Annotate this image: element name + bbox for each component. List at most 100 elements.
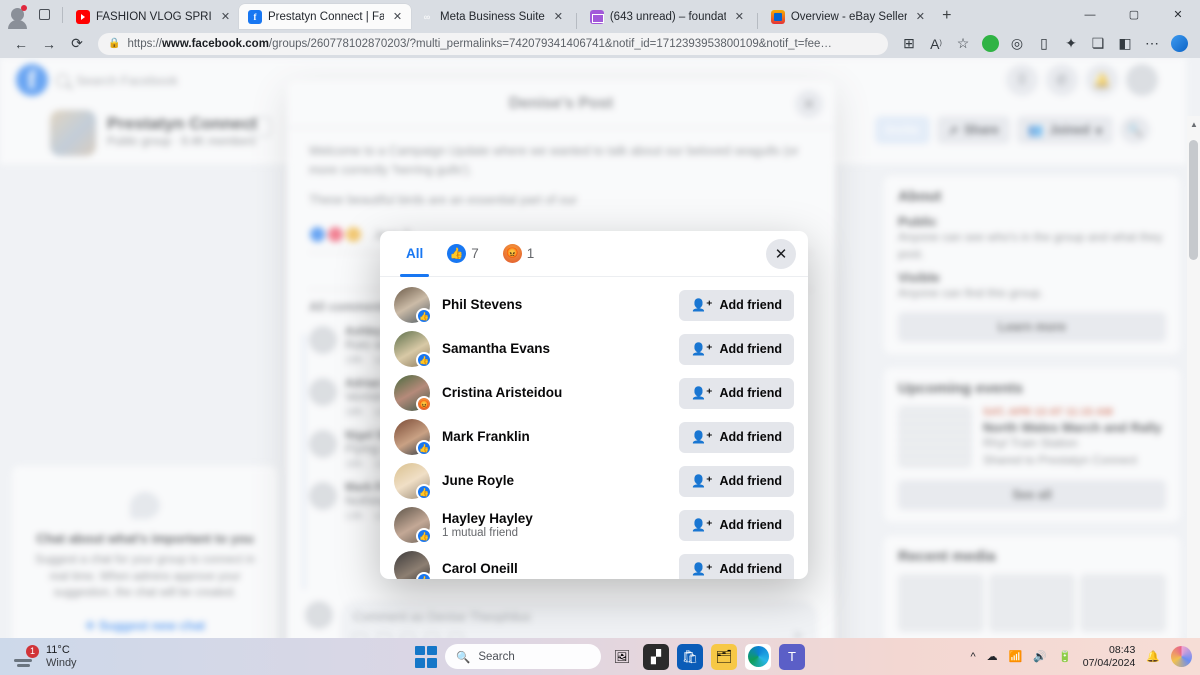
avatar[interactable]: 👍 [394, 463, 432, 500]
close-window-button[interactable]: ✕ [1156, 0, 1200, 29]
share-button[interactable]: ↗ Share [936, 116, 1010, 144]
collections-icon[interactable]: ✦ [1058, 32, 1084, 56]
add-friend-button[interactable]: 👤⁺ Add friend [679, 421, 794, 453]
tab-like-reactions[interactable]: 👍 7 [435, 231, 491, 277]
send-icon[interactable]: ➤ [792, 627, 804, 638]
forward-button[interactable]: → [36, 32, 62, 56]
messenger-icon[interactable]: ✆ [1046, 64, 1078, 96]
close-icon[interactable]: ✕ [390, 9, 405, 24]
store-icon[interactable]: 🛍 [677, 643, 703, 670]
browser-essentials-icon[interactable]: ◎ [1004, 32, 1030, 56]
avatar[interactable] [309, 326, 337, 355]
browser-sidebar-icon[interactable]: ◧ [1112, 32, 1138, 56]
back-button[interactable]: ← [8, 32, 34, 56]
avatar[interactable] [309, 378, 337, 407]
taskbar-weather-widget[interactable]: 1 11°C Windy [0, 644, 77, 669]
person-name[interactable]: Samantha Evans [442, 341, 550, 358]
add-friend-button[interactable]: 👤⁺ Add friend [679, 509, 794, 541]
reactions-people-list[interactable]: 👍 Phil Stevens 👤⁺ Add friend 👍 Samantha … [380, 277, 808, 579]
list-item[interactable]: 👍 Hayley Hayley 1 mutual friend 👤⁺ Add f… [394, 503, 794, 547]
page-scrollbar[interactable]: ▲ ▼ [1187, 116, 1200, 638]
add-friend-button[interactable]: 👤⁺ Add friend [679, 465, 794, 497]
teams-icon[interactable]: T [779, 643, 805, 670]
person-name[interactable]: Carol Oneill [442, 561, 518, 578]
task-view-icon[interactable]: ▞ [643, 643, 669, 670]
group-avatar[interactable] [50, 110, 96, 156]
extension-green-icon[interactable] [977, 32, 1003, 56]
add-friend-button[interactable]: 👤⁺ Add friend [679, 377, 794, 409]
edge-icon[interactable] [745, 643, 771, 670]
list-item[interactable]: 👍 Phil Stevens 👤⁺ Add friend [394, 283, 794, 327]
browser-tab-meta-business-suite[interactable]: ∞ Meta Business Suite ✕ [411, 4, 572, 29]
close-icon[interactable]: ✕ [732, 9, 747, 24]
event-item[interactable]: SAT, APR 13 AT 11:15 AM North Wales Marc… [898, 406, 1166, 469]
show-hidden-icons[interactable]: ^ [970, 651, 975, 663]
notifications-bell-icon[interactable]: 🔔 [1086, 64, 1118, 96]
close-icon[interactable]: ✕ [218, 9, 233, 24]
close-icon[interactable]: ✕ [913, 9, 928, 24]
battery-icon[interactable]: 🔋 [1058, 650, 1072, 663]
avatar[interactable] [309, 482, 337, 511]
person-name[interactable]: Cristina Aristeidou [442, 385, 562, 402]
scroll-up-icon[interactable]: ▲ [1190, 120, 1198, 129]
tab-angry-reactions[interactable]: 😡 1 [491, 231, 547, 277]
add-friend-button[interactable]: 👤⁺ Add friend [679, 333, 794, 365]
taskbar-clock[interactable]: 08:43 07/04/2024 [1083, 644, 1136, 668]
reload-button[interactable]: ⟳ [64, 32, 90, 56]
group-search-button[interactable]: 🔍 [1120, 116, 1150, 144]
avatar[interactable] [305, 601, 333, 629]
avatar[interactable]: 👍 [394, 419, 432, 456]
person-name[interactable]: Hayley Hayley [442, 511, 533, 528]
browser-tab-facebook[interactable]: f Prestatyn Connect | Facebook ✕ [239, 4, 411, 29]
avatar[interactable]: 👍 [394, 331, 432, 368]
person-name[interactable]: Mark Franklin [442, 429, 530, 446]
add-friend-button[interactable]: 👤⁺ Add friend [679, 289, 794, 321]
read-aloud-icon[interactable]: A) [923, 32, 949, 56]
learn-more-button[interactable]: Learn more [898, 312, 1166, 343]
menu-grid-icon[interactable]: ⠿ [1006, 64, 1038, 96]
media-thumb[interactable] [989, 573, 1075, 632]
list-item[interactable]: 👍 Mark Franklin 👤⁺ Add friend [394, 415, 794, 459]
browser-tab-youtube[interactable]: FASHION VLOG SPRING 2024 | W ✕ [67, 4, 239, 29]
list-item[interactable]: 👍 June Royle 👤⁺ Add friend [394, 459, 794, 503]
edit-group-icon[interactable] [251, 117, 271, 137]
favorites-bar-icon[interactable]: ❏ [1085, 32, 1111, 56]
start-icon[interactable] [415, 645, 437, 668]
add-friend-button[interactable]: 👤⁺ Add friend [679, 553, 794, 579]
wifi-icon[interactable]: 📶 [1009, 650, 1023, 663]
list-item[interactable]: 👍 Carol Oneill 👤⁺ Add friend [394, 547, 794, 579]
close-icon[interactable]: ✕ [766, 239, 796, 269]
suggest-new-chat-button[interactable]: ✛ Suggest new chat [30, 618, 260, 633]
profile-avatar[interactable] [1126, 64, 1158, 96]
comment-input[interactable]: Comment as Denise Theophilus ➤ [341, 601, 817, 638]
see-all-events-button[interactable]: See all [898, 479, 1166, 510]
widgets-icon[interactable]: 🖼 [609, 644, 635, 670]
avatar[interactable]: 👍 [394, 551, 432, 579]
avatar[interactable]: 😡 [394, 375, 432, 412]
media-thumb[interactable] [898, 573, 984, 632]
close-icon[interactable]: ✕ [795, 90, 823, 118]
address-bar[interactable]: 🔒 https://www.facebook.com/groups/260778… [98, 32, 888, 55]
split-screen-icon[interactable]: ⊞ [896, 32, 922, 56]
tab-actions-icon[interactable] [32, 2, 56, 28]
media-thumb[interactable] [1080, 573, 1166, 632]
copilot-icon[interactable] [1171, 646, 1192, 667]
avatar[interactable]: 👍 [394, 507, 432, 544]
browser-profile-icon[interactable] [4, 2, 30, 29]
file-explorer-icon[interactable]: 🗂 [711, 643, 737, 670]
split-window-icon[interactable]: ▯ [1031, 32, 1057, 56]
close-icon[interactable]: ✕ [551, 9, 566, 24]
list-item[interactable]: 👍 Samantha Evans 👤⁺ Add friend [394, 327, 794, 371]
settings-more-icon[interactable]: ⋯ [1139, 32, 1165, 56]
new-tab-button[interactable]: + [934, 3, 960, 29]
scrollbar-thumb[interactable] [1189, 140, 1198, 260]
volume-icon[interactable]: 🔊 [1033, 650, 1047, 663]
taskbar-search-box[interactable]: 🔍 Search [445, 644, 601, 669]
notification-icon[interactable]: 🔔 [1146, 650, 1160, 663]
copilot-icon[interactable] [1166, 32, 1192, 56]
favorites-icon[interactable]: ☆ [950, 32, 976, 56]
avatar[interactable] [309, 430, 337, 459]
browser-tab-mail[interactable]: (643 unread) – foundationforfeat ✕ [581, 4, 753, 29]
joined-button[interactable]: 👥 Joined ▾ [1016, 116, 1113, 144]
minimize-button[interactable]: — [1068, 0, 1112, 29]
